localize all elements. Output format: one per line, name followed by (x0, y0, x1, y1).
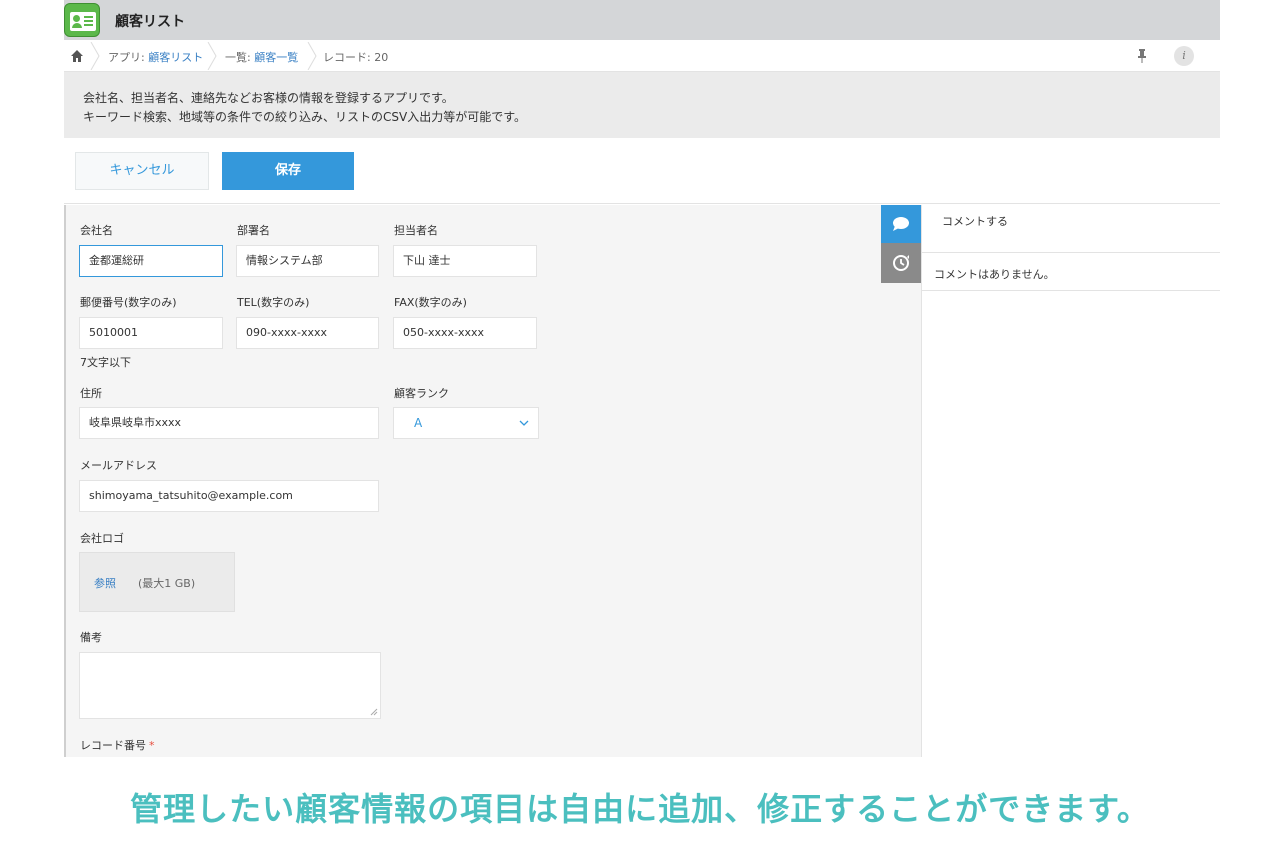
app-window: 顧客リスト アプリ: 顧客リスト 一覧: 顧客一覧 レコード: 20 i 会社名… (64, 0, 1220, 757)
caption-text: 管理したい顧客情報の項目は自由に追加、修正することができます。 (130, 790, 1150, 828)
company-label: 会社名 (80, 224, 113, 237)
breadcrumb: アプリ: 顧客リスト 一覧: 顧客一覧 レコード: 20 i (64, 40, 1220, 72)
department-input[interactable]: 情報システム部 (236, 245, 379, 277)
fax-label: FAX(数字のみ) (394, 296, 467, 309)
breadcrumb-separator-icon (307, 42, 317, 70)
info-icon[interactable]: i (1174, 46, 1194, 66)
chevron-down-icon (519, 420, 529, 426)
tel-input[interactable]: 090-xxxx-xxxx (236, 317, 379, 349)
company-input[interactable]: 金都運総研 (79, 245, 223, 277)
address-label: 住所 (80, 387, 102, 400)
breadcrumb-record: レコード: 20 (323, 51, 389, 64)
history-icon (893, 255, 909, 271)
tab-history[interactable] (881, 243, 921, 283)
email-label: メールアドレス (80, 459, 157, 472)
zip-label: 郵便番号(数字のみ) (80, 296, 177, 309)
divider (922, 290, 1220, 291)
contact-label: 担当者名 (394, 224, 438, 237)
record-number-label: レコード番号 * (80, 739, 155, 752)
comment-input[interactable]: コメントする (922, 205, 1220, 253)
resize-handle-icon[interactable] (370, 708, 378, 716)
breadcrumb-separator-icon (207, 42, 217, 70)
pin-icon[interactable] (1136, 48, 1148, 64)
email-input[interactable]: shimoyama_tatsuhito@example.com (79, 480, 379, 512)
notes-textarea[interactable] (79, 652, 381, 719)
description-line: 会社名、担当者名、連絡先などお客様の情報を登録するアプリです。 (83, 91, 454, 105)
customer-list-app-icon[interactable] (64, 3, 100, 37)
app-title: 顧客リスト (115, 14, 185, 30)
save-button[interactable]: 保存 (222, 152, 354, 190)
notes-label: 備考 (80, 631, 102, 644)
rank-label: 顧客ランク (394, 387, 449, 400)
side-tabs (881, 205, 921, 757)
no-comments-text: コメントはありません。 (934, 268, 1055, 281)
app-description: 会社名、担当者名、連絡先などお客様の情報を登録するアプリです。 キーワード検索、… (64, 72, 1220, 138)
action-bar: キャンセル 保存 (64, 138, 1220, 204)
home-icon[interactable] (70, 49, 84, 63)
logo-upload-area: 参照 (最大1 GB) (79, 552, 235, 612)
comment-icon (893, 217, 909, 231)
breadcrumb-view[interactable]: 一覧: 顧客一覧 (225, 49, 298, 65)
logo-label: 会社ロゴ (80, 532, 124, 545)
address-input[interactable]: 岐阜県岐阜市xxxx (79, 407, 379, 439)
tab-comments[interactable] (881, 205, 921, 243)
fax-input[interactable]: 050-xxxx-xxxx (393, 317, 537, 349)
comment-placeholder: コメントする (942, 215, 1008, 228)
title-bar: 顧客リスト (64, 0, 1220, 40)
department-label: 部署名 (237, 224, 270, 237)
required-mark: * (149, 739, 155, 752)
zip-input[interactable]: 5010001 (79, 317, 223, 349)
comment-panel: コメントする コメントはありません。 (921, 205, 1220, 757)
zip-hint: 7文字以下 (80, 356, 131, 369)
tel-label: TEL(数字のみ) (237, 296, 310, 309)
cancel-button[interactable]: キャンセル (75, 152, 209, 190)
logo-browse-link[interactable]: 参照 (94, 575, 116, 591)
contact-input[interactable]: 下山 達士 (393, 245, 537, 277)
record-form: 会社名 金都運総研 部署名 情報システム部 担当者名 下山 達士 郵便番号(数字… (64, 205, 881, 757)
breadcrumb-separator-icon (90, 42, 100, 70)
description-line: キーワード検索、地域等の条件での絞り込み、リストのCSV入出力等が可能です。 (83, 110, 527, 124)
rank-select[interactable]: A (393, 407, 539, 439)
logo-size-limit: (最大1 GB) (138, 577, 196, 590)
breadcrumb-app[interactable]: アプリ: 顧客リスト (108, 49, 203, 65)
rank-selected-value: A (414, 416, 423, 430)
